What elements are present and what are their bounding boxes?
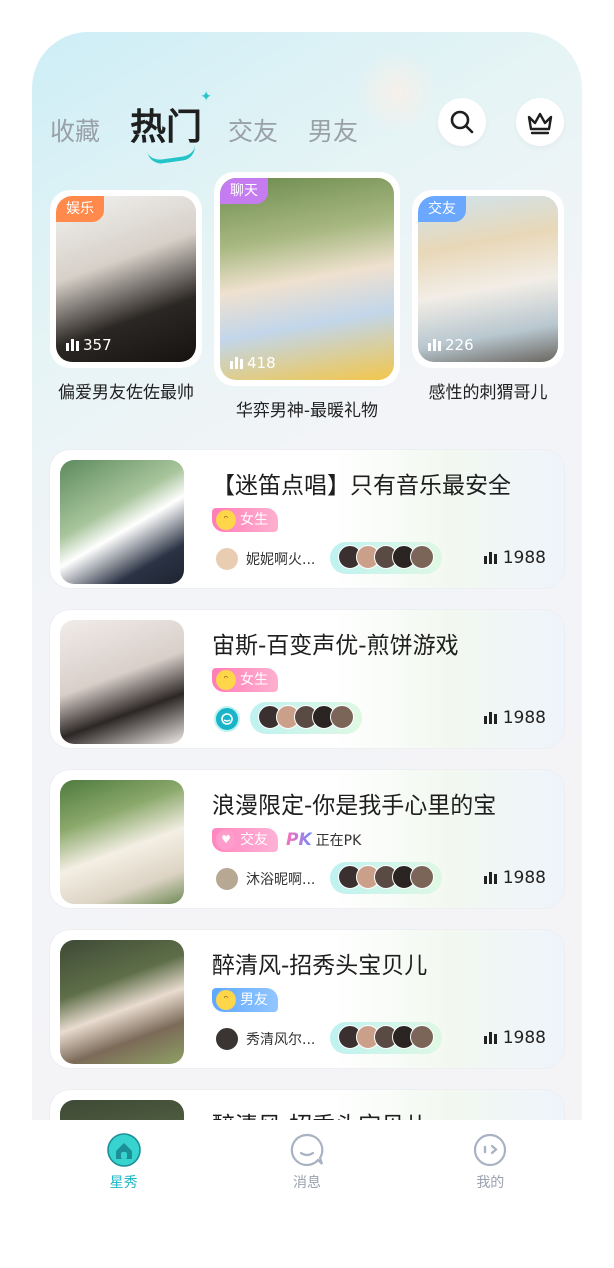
listener-count: 1988 xyxy=(483,868,546,888)
room-thumbnail xyxy=(60,620,184,744)
host-name: 沐浴昵啊... xyxy=(246,872,316,888)
avatar xyxy=(214,866,240,892)
room-card[interactable]: 【迷笛点唱】只有音乐最安全 ᵔ 女生 妮妮啊火... 1988 xyxy=(50,450,564,588)
host-name: 妮妮啊火... xyxy=(246,552,316,568)
room-host[interactable]: 妮妮啊火... xyxy=(214,546,315,572)
search-icon xyxy=(450,110,474,134)
room-tags: ♥ 交友 PK 正在PK xyxy=(212,828,361,852)
featured-caption: 偏爱男友佐佐最帅 xyxy=(58,383,194,403)
featured-caption: 华弈男神-最暖礼物 xyxy=(235,401,379,421)
views-icon xyxy=(483,712,497,724)
featured-frame: 聊天 418 xyxy=(214,172,400,386)
home-icon xyxy=(106,1133,141,1167)
tab-hot-label: 热门 xyxy=(130,107,203,148)
room-card[interactable]: 宙斯-百变声优-煎饼游戏 ᵔ 女生 1988 xyxy=(50,610,564,748)
nav-home[interactable]: 星秀 xyxy=(74,1132,174,1220)
nav-label: 星秀 xyxy=(109,1175,138,1191)
featured-photo: 交友 226 xyxy=(418,196,558,362)
avatar xyxy=(214,1026,240,1052)
room-title: 浪漫限定-你是我手心里的宝 xyxy=(212,793,497,819)
room-host[interactable]: 沐浴昵啊... xyxy=(214,866,315,892)
nav-profile[interactable]: 我的 xyxy=(440,1132,540,1220)
avatar xyxy=(410,545,434,569)
listener-count: 1988 xyxy=(483,548,546,568)
featured-card[interactable]: 娱乐 357 偏爱男友佐佐最帅 xyxy=(50,190,202,403)
featured-frame: 交友 226 xyxy=(412,190,564,368)
nav-messages[interactable]: 消息 xyxy=(257,1132,357,1220)
tab-favorites[interactable]: 收藏 xyxy=(50,112,100,152)
room-tags: ᵔ 男友 xyxy=(212,988,278,1012)
heart-icon: ♥ xyxy=(216,830,236,850)
views-icon xyxy=(66,339,79,351)
avatar xyxy=(330,705,354,729)
crown-button[interactable] xyxy=(516,98,564,146)
category-tag: ♥ 交友 xyxy=(212,828,278,852)
emoji-icon: ᵔ xyxy=(216,670,236,690)
top-tabs: 收藏 热门 ✦ 交友 男友 xyxy=(50,90,388,166)
category-badge: 聊天 xyxy=(220,178,268,204)
audience-avatars[interactable] xyxy=(250,702,362,734)
bottom-nav: 星秀 消息 我的 xyxy=(32,1120,582,1220)
listener-count: 1988 xyxy=(483,1028,546,1048)
tab-hot[interactable]: 热门 ✦ xyxy=(130,90,212,166)
room-title: 宙斯-百变声优-煎饼游戏 xyxy=(212,633,459,659)
room-card[interactable]: 浪漫限定-你是我手心里的宝 ♥ 交友 PK 正在PK 沐浴昵啊... 1988 xyxy=(50,770,564,908)
avatar xyxy=(214,546,240,572)
emoji-icon: ᵔ xyxy=(216,990,236,1010)
room-thumbnail xyxy=(60,940,184,1064)
category-badge: 交友 xyxy=(418,196,466,222)
room-host[interactable]: 秀清风尔... xyxy=(214,1026,315,1052)
view-count: 418 xyxy=(230,354,276,372)
room-tags: ᵔ 女生 xyxy=(212,668,278,692)
room-thumbnail xyxy=(60,460,184,584)
views-icon xyxy=(230,357,243,369)
host-badge-icon xyxy=(214,706,240,732)
nav-label: 消息 xyxy=(292,1175,321,1191)
sparkle-icon: ✦ xyxy=(200,89,213,105)
avatar xyxy=(410,1025,434,1049)
featured-frame: 娱乐 357 xyxy=(50,190,202,368)
featured-card[interactable]: 交友 226 感性的刺猬哥儿 xyxy=(412,190,564,403)
audience-avatars[interactable] xyxy=(330,1022,442,1054)
views-icon xyxy=(483,872,497,884)
pk-status: PK 正在PK xyxy=(286,830,362,850)
audience-avatars[interactable] xyxy=(330,862,442,894)
tab-friends[interactable]: 交友 xyxy=(228,112,278,152)
gender-tag: ᵔ 女生 xyxy=(212,668,278,692)
nav-label: 我的 xyxy=(476,1175,505,1191)
search-button[interactable] xyxy=(438,98,486,146)
featured-card[interactable]: 聊天 418 华弈男神-最暖礼物 xyxy=(214,172,400,421)
message-icon xyxy=(290,1133,324,1167)
views-icon xyxy=(428,339,441,351)
room-thumbnail xyxy=(60,780,184,904)
view-count: 357 xyxy=(66,336,112,354)
tab-boyfriend[interactable]: 男友 xyxy=(308,112,358,152)
gender-tag: ᵔ 男友 xyxy=(212,988,278,1012)
room-host[interactable] xyxy=(214,706,240,732)
room-title: 【迷笛点唱】只有音乐最安全 xyxy=(212,473,511,499)
featured-photo: 聊天 418 xyxy=(220,178,394,380)
audience-avatars[interactable] xyxy=(330,542,442,574)
emoji-icon: ᵔ xyxy=(216,510,236,530)
avatar xyxy=(410,865,434,889)
featured-caption: 感性的刺猬哥儿 xyxy=(428,383,548,403)
gender-tag: ᵔ 女生 xyxy=(212,508,278,532)
listener-count: 1988 xyxy=(483,708,546,728)
pk-logo: PK xyxy=(286,830,312,850)
app-screen: 收藏 热门 ✦ 交友 男友 娱乐 357 偏爱男友佐佐最帅 聊天 418 华弈男… xyxy=(32,32,582,1192)
featured-photo: 娱乐 357 xyxy=(56,196,196,362)
profile-icon xyxy=(474,1133,507,1167)
views-icon xyxy=(483,1032,497,1044)
crown-icon xyxy=(527,112,553,135)
views-icon xyxy=(483,552,497,564)
room-title: 醉清风-招秀头宝贝儿 xyxy=(212,953,428,979)
room-card[interactable]: 醉清风-招秀头宝贝儿 ᵔ 男友 秀清风尔... 1988 xyxy=(50,930,564,1068)
host-name: 秀清风尔... xyxy=(246,1032,316,1048)
room-tags: ᵔ 女生 xyxy=(212,508,278,532)
view-count: 226 xyxy=(428,336,474,354)
category-badge: 娱乐 xyxy=(56,196,104,222)
